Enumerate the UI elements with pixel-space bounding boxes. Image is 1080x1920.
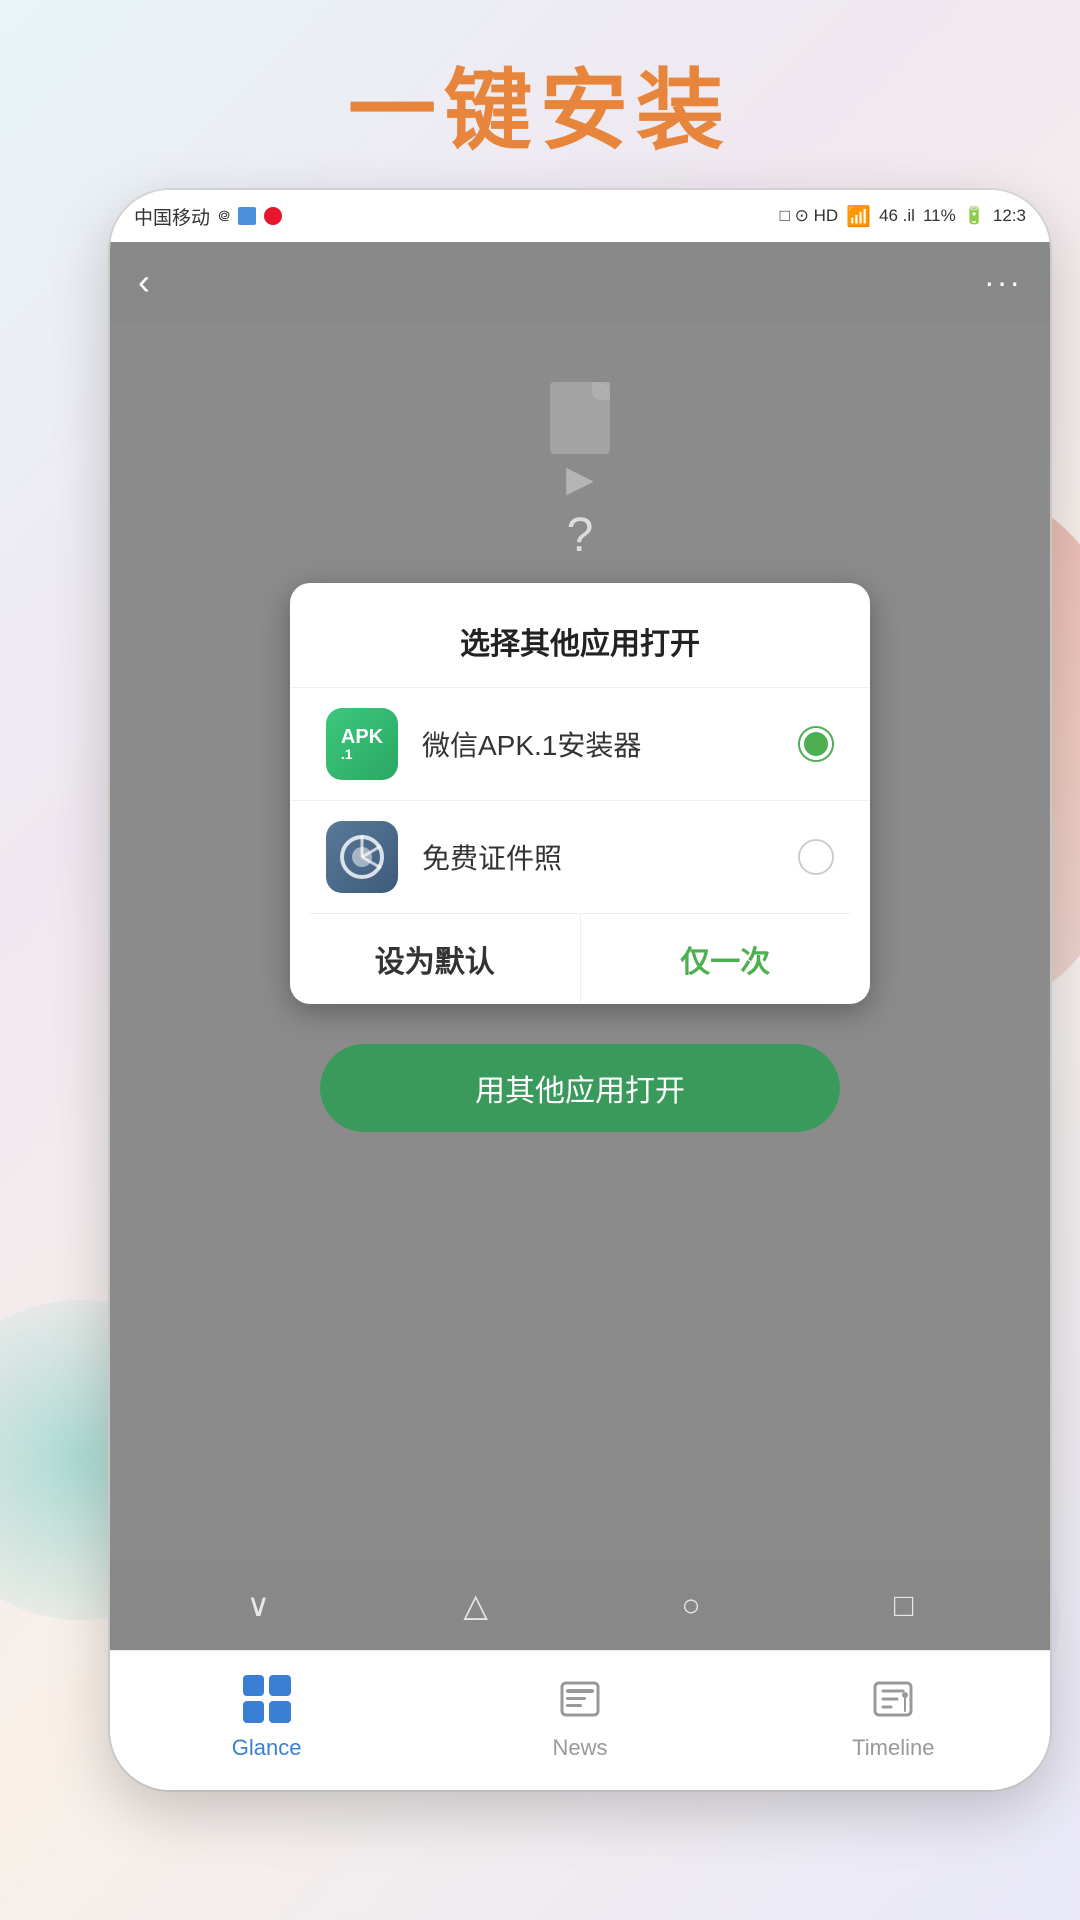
chevron-down-icon[interactable]: ∨: [247, 1586, 270, 1624]
home-nav-icon[interactable]: ○: [681, 1587, 700, 1624]
page-title: 一键安装: [0, 40, 1080, 167]
app-chooser-dialog: 选择其他应用打开 APK .1 微信APK.1安装器: [290, 583, 870, 1004]
file-doc-icon: [550, 382, 610, 454]
grid-cell-4: [269, 1701, 291, 1723]
grid-cell-1: [243, 1675, 265, 1697]
glance-icon-wrap: [239, 1671, 295, 1727]
carrier-label: 中国移动: [134, 203, 210, 230]
tab-glance[interactable]: Glance: [110, 1671, 423, 1761]
battery-percent: 11%: [923, 206, 956, 226]
timeline-icon: [869, 1675, 917, 1723]
carrier-signal-icon: ᪤: [218, 203, 230, 230]
timeline-icon-wrap: [865, 1671, 921, 1727]
carrier-icon: [238, 207, 256, 225]
tab-timeline[interactable]: Timeline: [737, 1671, 1050, 1761]
android-nav-bar: ∨ △ ○ □: [110, 1560, 1050, 1650]
apk-installer-icon: APK .1: [326, 708, 398, 780]
question-mark: ?: [567, 508, 594, 563]
back-nav-icon[interactable]: △: [463, 1586, 488, 1624]
weibo-icon: [264, 207, 282, 225]
status-bar: 中国移动 ᪤ □ ⊙ HD 📶 46 .il 11% 🔋 12:3: [110, 190, 1050, 242]
radio-wechat-apk[interactable]: [798, 726, 834, 762]
back-button[interactable]: ‹: [138, 261, 150, 303]
dialog-option-wechat-apk[interactable]: APK .1 微信APK.1安装器: [290, 687, 870, 800]
status-bar-left: 中国移动 ᪤: [134, 203, 282, 230]
main-content: ▶ ? 选择其他应用打开 APK .1 微信APK.1安装器: [110, 322, 1050, 1560]
dialog-actions: 设为默认 仅一次: [290, 914, 870, 1004]
radio-inner-selected: [804, 732, 828, 756]
apk-icon-text2: .1: [341, 747, 383, 761]
timeline-tab-label: Timeline: [852, 1735, 934, 1761]
grid-cell-3: [243, 1701, 265, 1723]
status-bar-right: □ ⊙ HD 📶 46 .il 11% 🔋 12:3: [780, 204, 1026, 229]
open-other-apps-button[interactable]: 用其他应用打开: [320, 1044, 840, 1132]
shutter-icon: [340, 835, 384, 879]
question-area: ▶ ?: [550, 382, 610, 563]
tab-news[interactable]: News: [423, 1671, 736, 1761]
clock: 12:3: [993, 206, 1026, 226]
wifi-icon: 📶: [846, 204, 871, 229]
free-photo-label: 免费证件照: [422, 837, 798, 877]
once-button[interactable]: 仅一次: [581, 914, 871, 1004]
app-bar: ‹ ···: [110, 242, 1050, 322]
more-button[interactable]: ···: [984, 264, 1022, 301]
grid-cell-2: [269, 1675, 291, 1697]
signal-strength: 46 .il: [879, 206, 915, 226]
news-icon-wrap: [552, 1671, 608, 1727]
glance-grid-icon: [243, 1675, 291, 1723]
radio-free-photo[interactable]: [798, 839, 834, 875]
battery-icon: 🔋: [964, 206, 985, 226]
dialog-option-free-photo[interactable]: 免费证件照: [290, 800, 870, 913]
apk-icon-text1: APK: [341, 727, 383, 747]
status-icons: □ ⊙ HD: [780, 206, 839, 226]
dialog-title: 选择其他应用打开: [290, 583, 870, 687]
news-tab-label: News: [552, 1735, 607, 1761]
camera-icon: [326, 821, 398, 893]
recent-nav-icon[interactable]: □: [894, 1587, 913, 1624]
news-icon: [556, 1675, 604, 1723]
set-default-button[interactable]: 设为默认: [290, 914, 581, 1004]
wechat-apk-label: 微信APK.1安装器: [422, 724, 798, 764]
glance-tab-label: Glance: [232, 1735, 302, 1761]
tab-bar: Glance News: [110, 1650, 1050, 1790]
phone-frame: 中国移动 ᪤ □ ⊙ HD 📶 46 .il 11% 🔋 12:3 ‹ ··· …: [110, 190, 1050, 1790]
file-arrow-icon: ▶: [566, 458, 594, 500]
